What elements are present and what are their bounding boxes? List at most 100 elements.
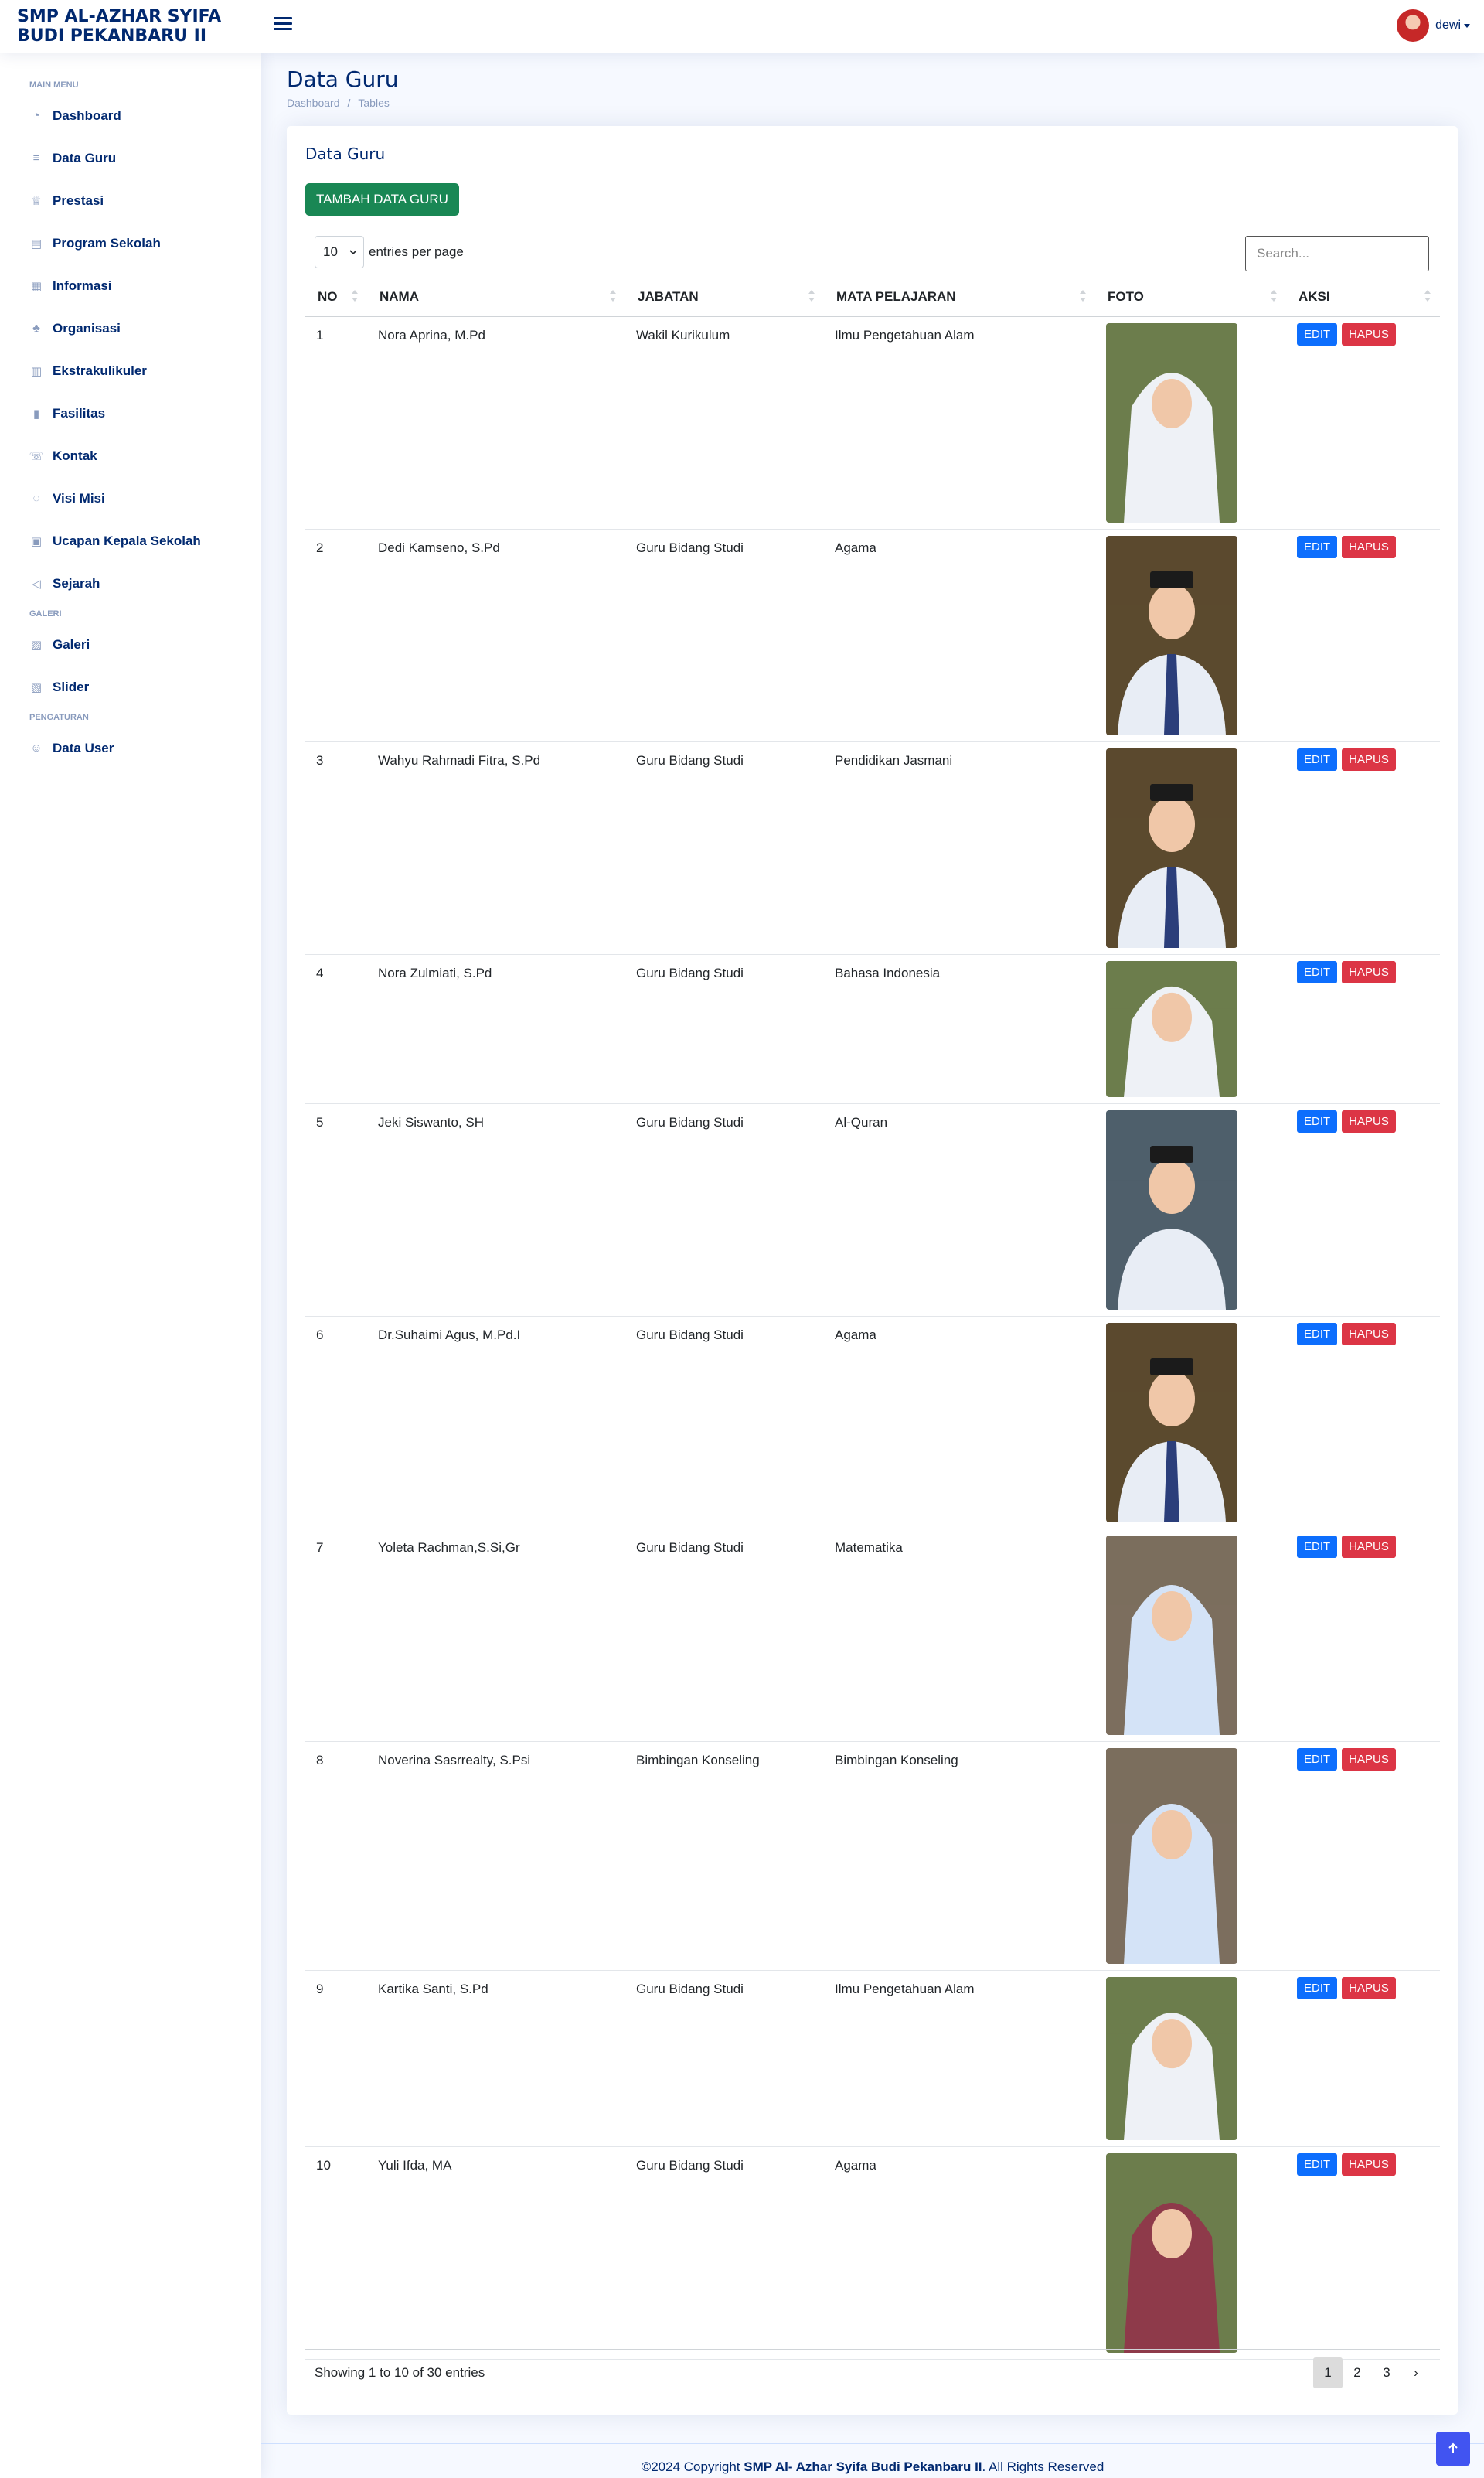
logo[interactable]: SMP AL-AZHAR SYIFA BUDI PEKANBARU II [17,7,249,46]
edit-button[interactable]: EDIT [1297,1535,1338,1558]
menu-toggle-icon[interactable] [272,14,294,36]
sidebar-item-data-user[interactable]: ☺ Data User [15,727,246,769]
breadcrumb-home[interactable]: Dashboard [287,97,340,109]
cell-jabatan: Guru Bidang Studi [625,2146,824,2360]
table-row: 3 Wahyu Rahmadi Fitra, S.Pd Guru Bidang St… [305,741,1440,955]
delete-button[interactable]: HAPUS [1342,2152,1396,2176]
sidebar-item-fasilitas[interactable]: ▮ Fasilitas [15,392,246,435]
sidebar-item-label: Galeri [53,636,90,652]
sidebar-item-data-guru[interactable]: ≡ Data Guru [15,137,246,179]
sidebar-item-label: Sejarah [53,575,100,591]
table-header-row: NO NAMA JABATAN MATA PELAJARAN FOTO AKSI [305,278,1440,317]
teacher-photo [1106,960,1237,1097]
per-page-select[interactable]: 10 [315,236,364,268]
col-header-aksi[interactable]: AKSI [1286,278,1440,317]
telephone-icon: ☏ [29,449,44,463]
user-menu[interactable]: dewi [1397,9,1470,42]
col-header-foto[interactable]: FOTO [1095,278,1286,317]
delete-button[interactable]: HAPUS [1342,748,1396,771]
sidebar-item-informasi[interactable]: ▦ Informasi [15,264,246,307]
table-row: 1 Nora Aprina, M.Pd Wakil Kurikulum Ilmu Pe… [305,316,1440,530]
sidebar-item-ucapan-kepala-sekolah[interactable]: ▣ Ucapan Kepala Sekolah [15,520,246,562]
cell-foto [1095,529,1286,742]
breadcrumb: Dashboard / Tables [287,97,398,109]
pagination-page[interactable]: 2 [1343,2357,1372,2388]
cell-aksi: EDIT HAPUS [1286,1103,1440,1317]
teacher-photo [1106,2152,1237,2353]
cell-aksi: EDIT HAPUS [1286,1529,1440,1742]
footer: ©2024 Copyright SMP Al- Azhar Syifa Budi… [261,2443,1484,2478]
cell-mata-pelajaran: Al-Quran [824,1103,1095,1317]
cell-aksi: EDIT HAPUS [1286,741,1440,955]
table-row: 10 Yuli Ifda, MA Guru Bidang Studi Agama EDI… [305,2146,1440,2360]
page-title: Data Guru [287,66,399,92]
cell-aksi: EDIT HAPUS [1286,1741,1440,1971]
footer-suffix: . All Rights Reserved [982,2459,1104,2474]
pagination-next[interactable]: › [1401,2357,1431,2388]
cell-nama: Jeki Siswanto, SH [367,1103,625,1317]
col-header-jabatan[interactable]: JABATAN [625,278,824,317]
cell-foto [1095,316,1286,530]
delete-button[interactable]: HAPUS [1342,1322,1396,1345]
sidebar-item-prestasi[interactable]: ♕ Prestasi [15,179,246,222]
breadcrumb-separator: / [347,97,351,109]
sidebar-item-visi-misi[interactable]: ◌ Visi Misi [15,477,246,520]
edit-button[interactable]: EDIT [1297,1976,1338,1999]
edit-button[interactable]: EDIT [1297,535,1338,558]
database-icon: ≡ [32,152,40,165]
cell-jabatan: Guru Bidang Studi [625,529,824,742]
cell-no: 10 [305,2146,367,2360]
cell-no: 4 [305,954,367,1104]
teacher-photo [1106,1322,1237,1522]
cell-aksi: EDIT HAPUS [1286,316,1440,530]
delete-button[interactable]: HAPUS [1342,960,1396,983]
arrow-up-icon [1448,2442,1458,2453]
page-title-block: Data Guru Dashboard / Tables [287,66,398,109]
edit-button[interactable]: EDIT [1297,748,1338,771]
sidebar-item-galeri[interactable]: ▨ Galeri [15,623,246,666]
cell-aksi: EDIT HAPUS [1286,1316,1440,1529]
search-input[interactable] [1245,236,1429,271]
sidebar-item-dashboard[interactable]: ◔ Dashboard [15,94,246,137]
edit-button[interactable]: EDIT [1297,960,1338,983]
col-header-mata-pelajaran[interactable]: MATA PELAJARAN [824,278,1095,317]
edit-button[interactable]: EDIT [1297,1322,1338,1345]
bar-chart-icon: ▮ [32,407,40,421]
per-page-control: 10 entries per page [315,236,464,268]
delete-button[interactable]: HAPUS [1342,1976,1396,1999]
col-header-no[interactable]: NO [305,278,367,317]
pagination-page[interactable]: 3 [1372,2357,1401,2388]
sidebar-item-program-sekolah[interactable]: ▤ Program Sekolah [15,222,246,264]
cell-mata-pelajaran: Agama [824,2146,1095,2360]
cell-mata-pelajaran: Ilmu Pengetahuan Alam [824,316,1095,530]
cell-no: 9 [305,1970,367,2147]
table-row: 6 Dr.Suhaimi Agus, M.Pd.I Guru Bidang Stud… [305,1316,1440,1529]
pagination-page[interactable]: 1 [1313,2357,1343,2388]
image-icon: ▨ [30,638,43,652]
delete-button[interactable]: HAPUS [1342,535,1396,558]
delete-button[interactable]: HAPUS [1342,1747,1396,1771]
cell-jabatan: Wakil Kurikulum [625,316,824,530]
sidebar-item-kontak[interactable]: ☏ Kontak [15,435,246,477]
edit-button[interactable]: EDIT [1297,1747,1338,1771]
edit-button[interactable]: EDIT [1297,322,1338,346]
cell-no: 7 [305,1529,367,1742]
delete-button[interactable]: HAPUS [1342,322,1396,346]
sidebar-item-sejarah[interactable]: ◁ Sejarah [15,562,246,605]
edit-button[interactable]: EDIT [1297,2152,1338,2176]
back-to-top-button[interactable] [1436,2432,1470,2466]
col-header-nama[interactable]: NAMA [367,278,625,317]
delete-button[interactable]: HAPUS [1342,1109,1396,1133]
sidebar-item-label: Fasilitas [53,405,106,421]
delete-button[interactable]: HAPUS [1342,1535,1396,1558]
sidebar-item-organisasi[interactable]: ♣ Organisasi [15,307,246,349]
teacher-photo [1106,748,1237,948]
teacher-photo [1106,535,1237,735]
edit-button[interactable]: EDIT [1297,1109,1338,1133]
sidebar-item-ekstrakulikuler[interactable]: ▥ Ekstrakulikuler [15,349,246,392]
caret-down-icon [1464,23,1470,28]
add-teacher-button[interactable]: TAMBAH DATA GURU [305,183,459,216]
sidebar-item-slider[interactable]: ▧ Slider [15,666,246,708]
data-guru-card: Data Guru TAMBAH DATA GURU 10 entries pe… [287,126,1458,2415]
cell-foto [1095,1970,1286,2147]
